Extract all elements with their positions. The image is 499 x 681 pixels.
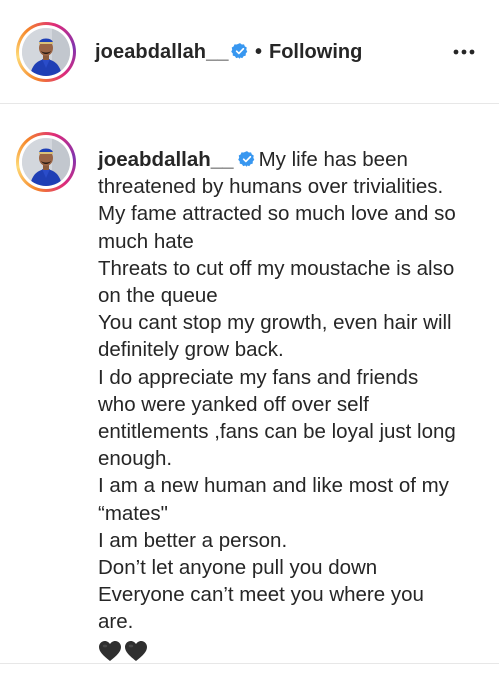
- black-heart-icon: [125, 641, 147, 662]
- caption-line: Threats to cut off my moustache is also: [98, 256, 455, 280]
- avatar-photo: [22, 138, 70, 186]
- post-caption: joeabdallah__ My life has been threatene…: [0, 104, 499, 664]
- caption-line: entitlements ,fans can be loyal just lon…: [98, 420, 456, 444]
- caption-line: “mates": [98, 501, 168, 525]
- caption-line: My fame attracted so much love and so: [98, 202, 456, 226]
- verified-badge-icon: [231, 43, 248, 59]
- caption-line: You cant stop my growth, even hair will: [98, 311, 452, 335]
- caption-line: My life has been: [258, 148, 408, 171]
- following-button[interactable]: Following: [269, 40, 362, 64]
- header-avatar[interactable]: [16, 22, 76, 82]
- caption-username[interactable]: joeabdallah__: [98, 148, 234, 171]
- header-username[interactable]: joeabdallah__: [95, 40, 229, 64]
- caption-line: enough.: [98, 447, 173, 471]
- caption-line: much hate: [98, 229, 194, 253]
- caption-line: on the queue: [98, 284, 218, 308]
- separator-dot: •: [255, 41, 263, 63]
- caption-line: Everyone can’t meet you where you: [98, 583, 424, 607]
- caption-avatar[interactable]: [16, 132, 76, 192]
- caption-text: joeabdallah__ My life has been threatene…: [98, 146, 488, 664]
- caption-line: I am better a person.: [98, 528, 288, 552]
- verified-badge-icon: [237, 151, 254, 167]
- more-options-icon[interactable]: [450, 40, 478, 64]
- caption-line: definitely grow back.: [98, 338, 284, 362]
- divider: [0, 663, 499, 664]
- caption-line: I do appreciate my fans and friends: [98, 365, 419, 389]
- black-heart-icon: [99, 641, 121, 662]
- caption-line: threatened by humans over trivialities.: [98, 175, 444, 199]
- caption-line: are.: [98, 610, 134, 634]
- caption-line: I am a new human and like most of my: [98, 474, 449, 498]
- caption-line: Don’t let anyone pull you down: [98, 556, 378, 580]
- caption-line: who were yanked off over self: [98, 392, 369, 416]
- caption-emoji: [98, 637, 488, 664]
- post-header: joeabdallah__ • Following: [0, 0, 499, 104]
- avatar-photo: [22, 28, 70, 76]
